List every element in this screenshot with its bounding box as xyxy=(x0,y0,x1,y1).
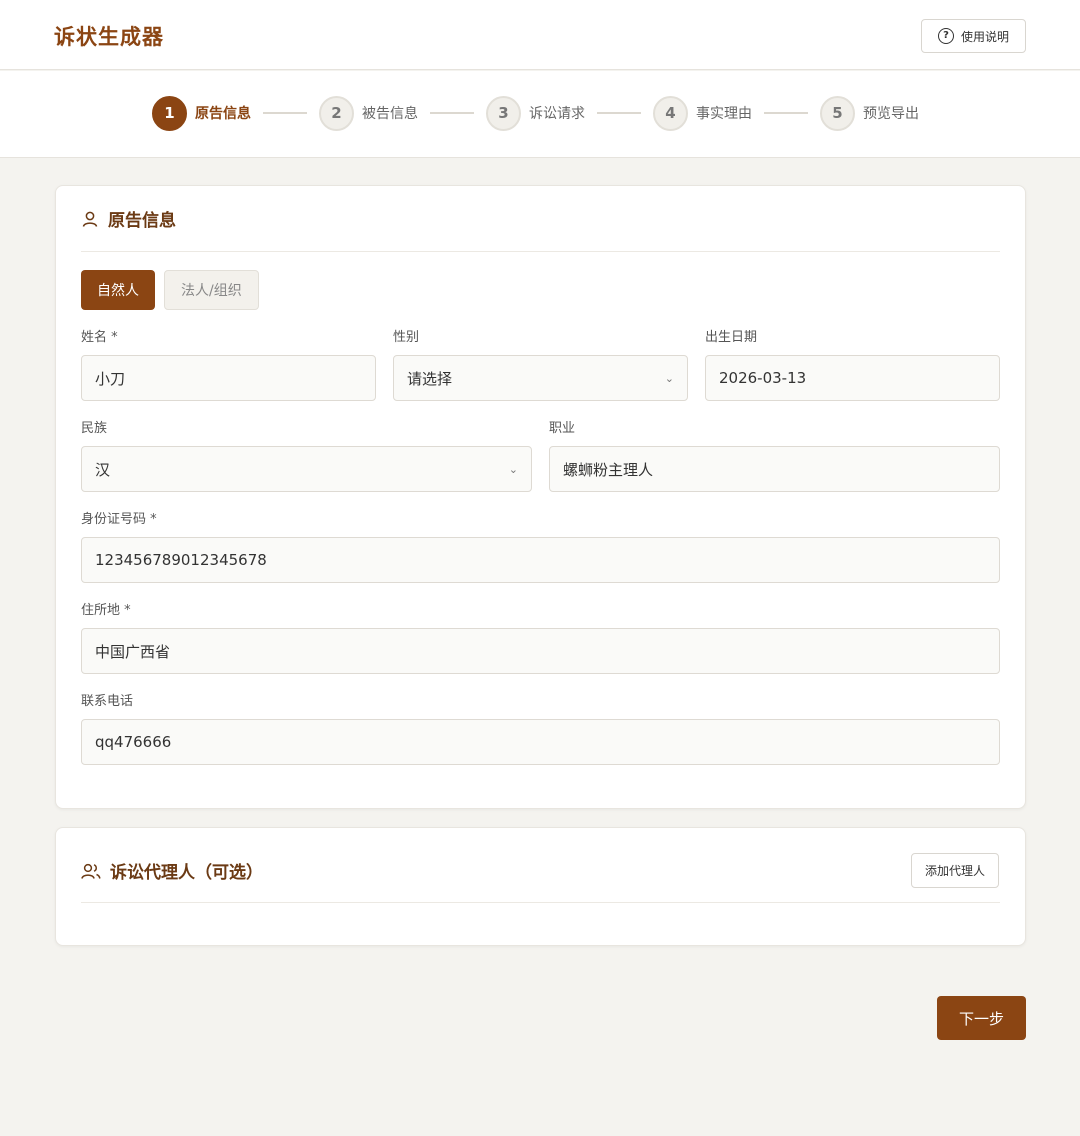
step-5[interactable]: 5 预览导出 xyxy=(820,95,919,131)
agent-card-header: 诉讼代理人（可选） xyxy=(81,839,1000,903)
step-4[interactable]: 4 事实理由 xyxy=(653,95,752,131)
address-label: 住所地 * xyxy=(81,603,131,618)
occupation-input[interactable]: 螺蛳粉主理人 xyxy=(549,446,1000,492)
address-field: 住所地 * 中国广西省 xyxy=(81,601,1000,674)
id-number-label: 身份证号码 * xyxy=(81,512,157,527)
birth-date-label: 出生日期 xyxy=(705,330,758,345)
natural-person-button[interactable]: 自然人 xyxy=(81,270,155,310)
name-field: 姓名 * 小刀 xyxy=(81,328,376,401)
step-label: 预览导出 xyxy=(863,106,919,122)
help-button[interactable]: ? 使用说明 xyxy=(921,19,1026,53)
step-number: 3 xyxy=(486,95,521,131)
step-label: 诉讼请求 xyxy=(529,106,585,122)
birth-date-input[interactable]: 2026-03-13 xyxy=(705,355,1000,401)
step-connector xyxy=(263,112,307,114)
phone-value: qq476666 xyxy=(95,733,172,751)
id-number-field: 身份证号码 * 123456789012345678 xyxy=(81,510,1000,583)
step-number: 1 xyxy=(152,95,187,131)
ethnicity-field: 民族 汉 ⌄ xyxy=(81,419,532,492)
gender-field: 性别 请选择 ⌄ xyxy=(393,328,688,401)
help-button-label: 使用说明 xyxy=(960,29,1009,44)
name-label: 姓名 * xyxy=(81,330,118,345)
phone-field: 联系电话 qq476666 xyxy=(81,692,1000,765)
step-number: 4 xyxy=(653,95,688,131)
agent-card: 诉讼代理人（可选） 添加代理人 xyxy=(55,827,1026,946)
address-value: 中国广西省 xyxy=(95,642,171,661)
add-agent-button[interactable]: 添加代理人 xyxy=(910,853,999,888)
step-label: 原告信息 xyxy=(195,106,251,122)
name-input[interactable]: 小刀 xyxy=(81,355,376,401)
occupation-value: 螺蛳粉主理人 xyxy=(563,460,654,479)
id-number-value: 123456789012345678 xyxy=(95,551,267,569)
phone-input[interactable]: qq476666 xyxy=(81,719,1000,765)
step-label: 被告信息 xyxy=(362,106,418,122)
name-value: 小刀 xyxy=(95,369,126,388)
occupation-label: 职业 xyxy=(549,421,576,436)
step-number: 5 xyxy=(820,95,855,131)
birth-date-value: 2026-03-13 xyxy=(719,369,807,387)
address-input[interactable]: 中国广西省 xyxy=(81,628,1000,674)
gender-value: 请选择 xyxy=(407,369,453,388)
gender-select[interactable]: 请选择 ⌄ xyxy=(393,355,688,401)
app-title: 诉状生成器 xyxy=(54,25,164,49)
occupation-field: 职业 螺蛳粉主理人 xyxy=(549,419,1000,492)
plaintiff-card-header: 原告信息 xyxy=(81,186,1000,252)
chevron-down-icon: ⌄ xyxy=(664,371,674,385)
question-circle-icon: ? xyxy=(937,28,954,44)
organization-button[interactable]: 法人/组织 xyxy=(164,270,259,310)
step-1[interactable]: 1 原告信息 xyxy=(152,95,251,131)
agent-card-title: 诉讼代理人（可选） xyxy=(110,863,263,883)
stepper-bar: 1 原告信息 2 被告信息 3 诉讼请求 4 事实理由 5 预览导出 xyxy=(0,71,1080,158)
phone-label: 联系电话 xyxy=(81,694,134,709)
ethnicity-label: 民族 xyxy=(81,421,108,436)
step-3[interactable]: 3 诉讼请求 xyxy=(486,95,585,131)
birth-date-field: 出生日期 2026-03-13 xyxy=(705,328,1000,401)
users-icon xyxy=(81,863,101,879)
plaintiff-card-title: 原告信息 xyxy=(108,211,176,231)
chevron-down-icon: ⌄ xyxy=(508,462,518,476)
step-connector xyxy=(764,112,808,114)
step-2[interactable]: 2 被告信息 xyxy=(319,95,418,131)
step-label: 事实理由 xyxy=(696,106,752,122)
party-type-toggle: 自然人 法人/组织 xyxy=(81,270,259,310)
step-connector xyxy=(597,112,641,114)
ethnicity-value: 汉 xyxy=(95,460,111,479)
gender-label: 性别 xyxy=(393,330,420,345)
next-step-button[interactable]: 下一步 xyxy=(937,996,1026,1040)
plaintiff-card: 原告信息 自然人 法人/组织 姓名 * 小刀 性别 请选择 ⌄ 出生日期 202… xyxy=(55,185,1026,809)
user-icon xyxy=(82,211,98,227)
top-bar: 诉状生成器 ? 使用说明 xyxy=(0,0,1080,70)
id-number-input[interactable]: 123456789012345678 xyxy=(81,537,1000,583)
step-number: 2 xyxy=(319,95,354,131)
stepper: 1 原告信息 2 被告信息 3 诉讼请求 4 事实理由 5 预览导出 xyxy=(152,95,919,131)
step-connector xyxy=(430,112,474,114)
ethnicity-select[interactable]: 汉 ⌄ xyxy=(81,446,532,492)
